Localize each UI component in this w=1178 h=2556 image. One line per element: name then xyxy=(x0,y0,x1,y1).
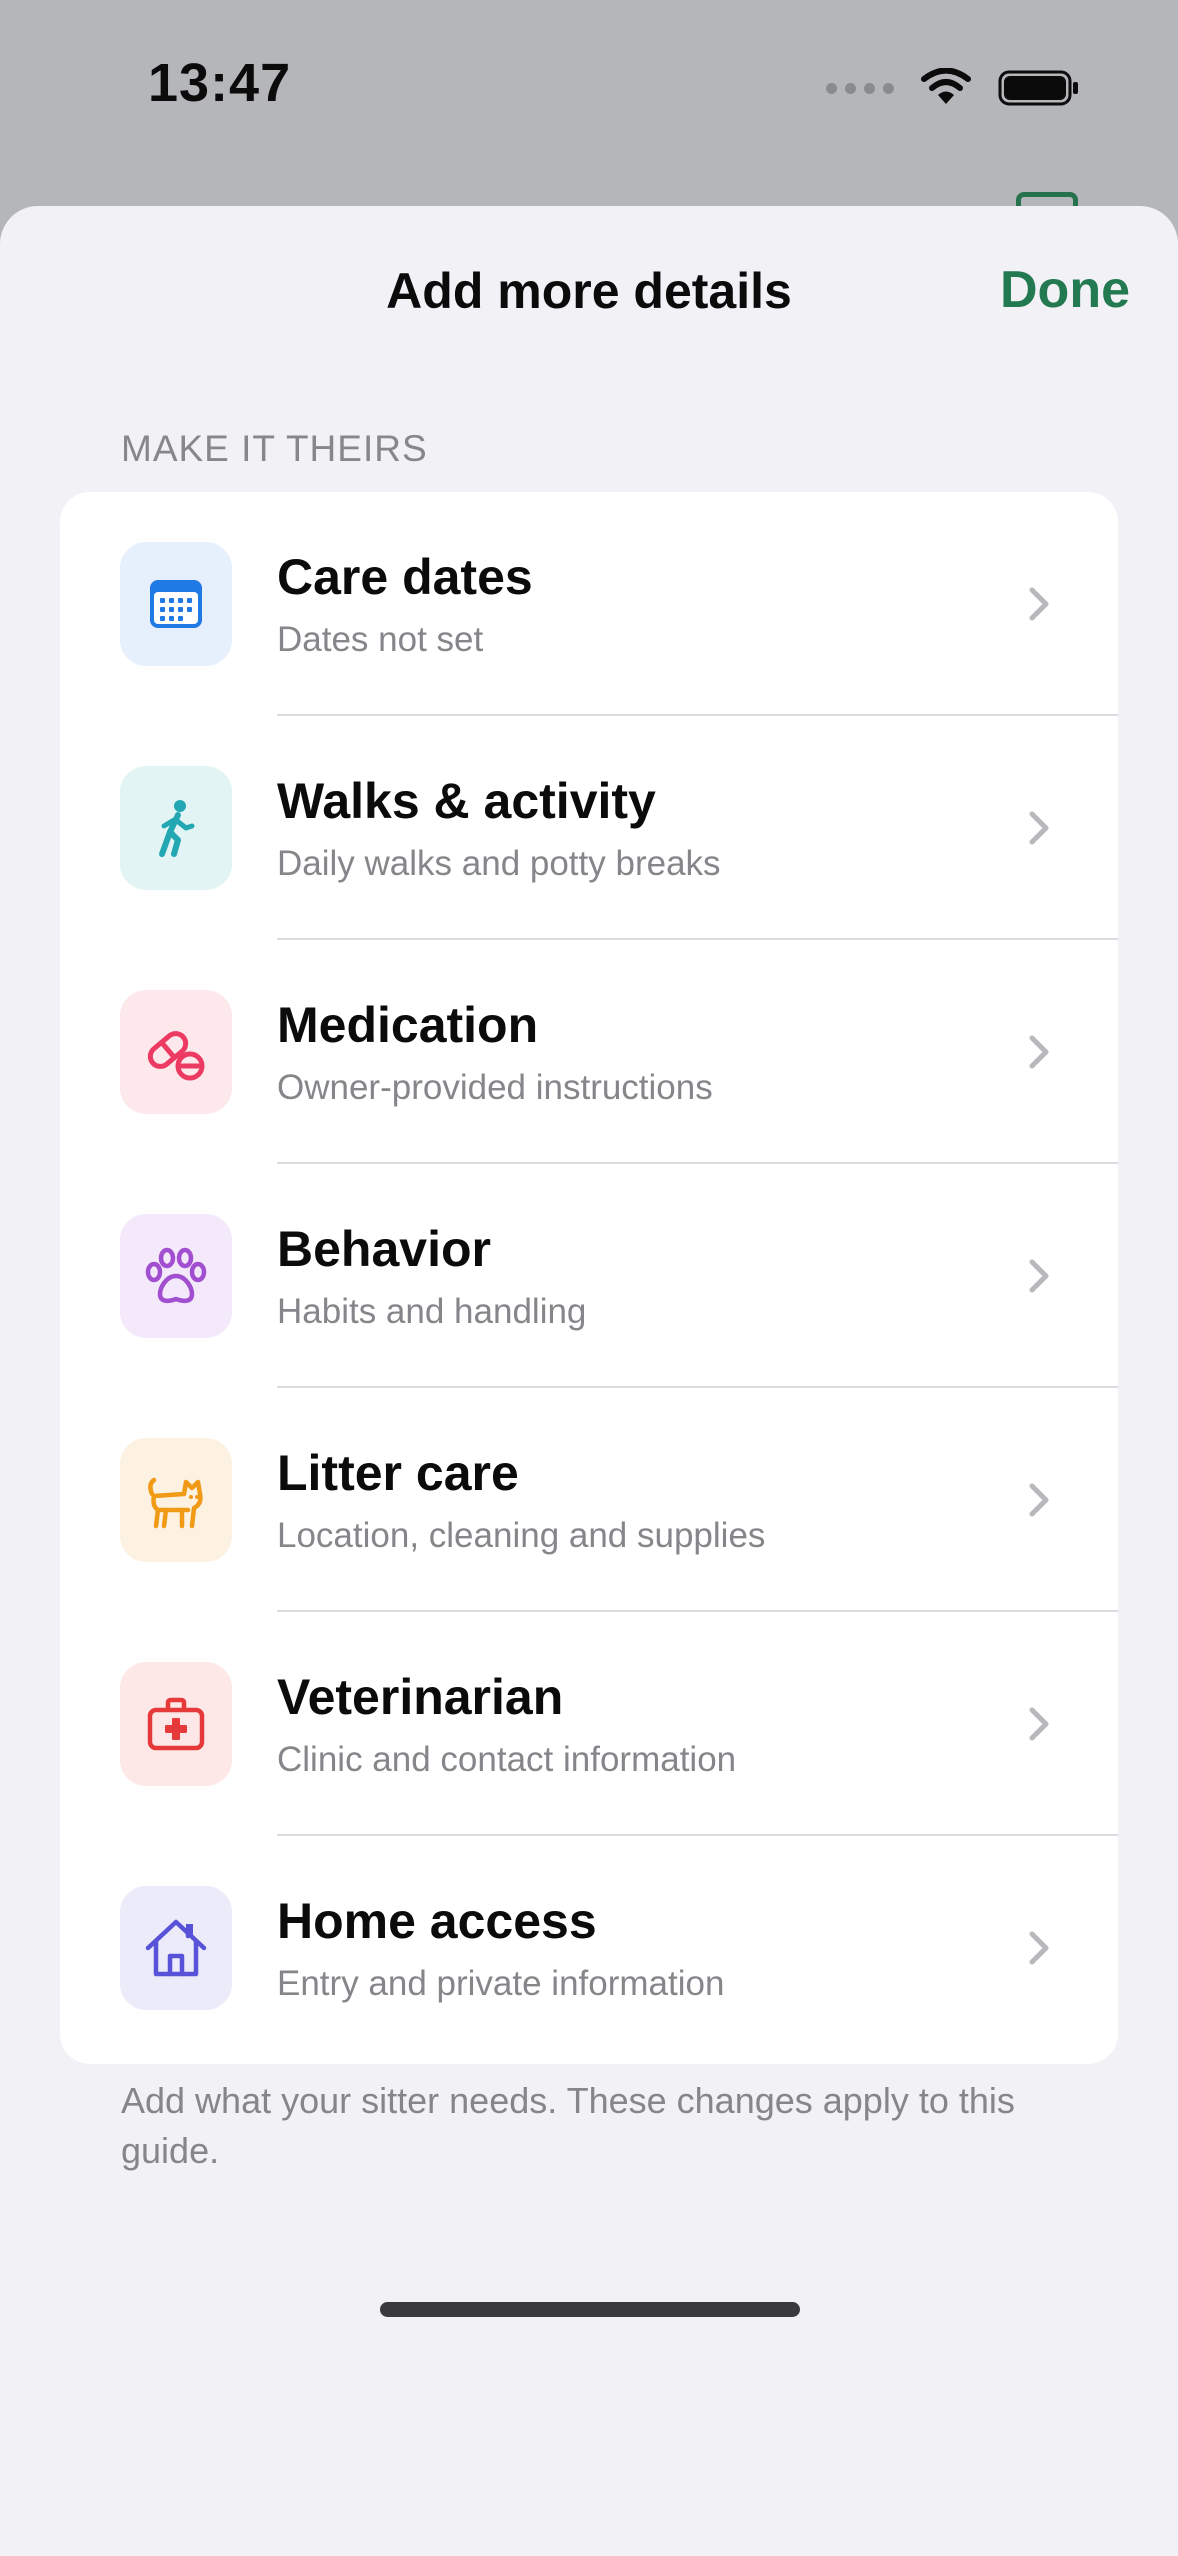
signal-dots-icon xyxy=(826,82,894,94)
list-item-home-access[interactable]: Home access Entry and private informatio… xyxy=(60,1836,1118,2060)
status-time: 13:47 xyxy=(148,53,292,113)
item-title: Home access xyxy=(277,1893,597,1949)
house-icon xyxy=(120,1886,232,2010)
item-subtitle: Location, cleaning and supplies xyxy=(277,1516,766,1555)
details-list: Care dates Dates not set Walks & activit… xyxy=(60,492,1118,2064)
chevron-right-icon xyxy=(1029,587,1049,621)
item-subtitle: Daily walks and potty breaks xyxy=(277,844,721,883)
list-item-care-dates[interactable]: Care dates Dates not set xyxy=(60,492,1118,716)
calendar-icon xyxy=(120,542,232,666)
list-item-walks-activity[interactable]: Walks & activity Daily walks and potty b… xyxy=(60,716,1118,940)
list-item-medication[interactable]: Medication Owner-provided instructions xyxy=(60,940,1118,1164)
chevron-right-icon xyxy=(1029,1035,1049,1069)
item-title: Care dates xyxy=(277,549,533,605)
item-subtitle: Entry and private information xyxy=(277,1964,725,2003)
chevron-right-icon xyxy=(1029,1707,1049,1741)
list-item-behavior[interactable]: Behavior Habits and handling xyxy=(60,1164,1118,1388)
status-indicators xyxy=(826,66,1080,110)
footer-note: Add what your sitter needs. These change… xyxy=(121,2080,1015,2171)
battery-icon xyxy=(998,70,1078,106)
medical-bag-icon xyxy=(120,1662,232,1786)
list-item-veterinarian[interactable]: Veterinarian Clinic and contact informat… xyxy=(60,1612,1118,1836)
cat-icon xyxy=(120,1438,232,1562)
item-title: Behavior xyxy=(277,1221,491,1277)
item-title: Medication xyxy=(277,997,539,1053)
item-subtitle: Dates not set xyxy=(277,620,484,659)
chevron-right-icon xyxy=(1029,811,1049,845)
item-title: Walks & activity xyxy=(277,773,656,829)
item-subtitle: Habits and handling xyxy=(277,1292,587,1331)
chevron-right-icon xyxy=(1029,1483,1049,1517)
item-title: Veterinarian xyxy=(277,1669,564,1725)
item-subtitle: Owner-provided instructions xyxy=(277,1068,713,1107)
item-subtitle: Clinic and contact information xyxy=(277,1740,737,1779)
done-button[interactable]: Done xyxy=(1000,260,1130,320)
add-details-sheet: Add more details Done MAKE IT THEIRS Car… xyxy=(0,206,1178,2556)
chevron-right-icon xyxy=(1029,1259,1049,1293)
paw-icon xyxy=(120,1214,232,1338)
pills-icon xyxy=(120,990,232,1114)
status-bar: 13:47 xyxy=(0,0,1178,200)
section-header: MAKE IT THEIRS xyxy=(121,428,428,469)
wifi-icon xyxy=(921,68,971,104)
chevron-right-icon xyxy=(1029,1931,1049,1965)
home-indicator[interactable] xyxy=(380,2302,800,2317)
walking-person-icon xyxy=(120,766,232,890)
item-title: Litter care xyxy=(277,1445,519,1501)
list-item-litter-care[interactable]: Litter care Location, cleaning and suppl… xyxy=(60,1388,1118,1612)
